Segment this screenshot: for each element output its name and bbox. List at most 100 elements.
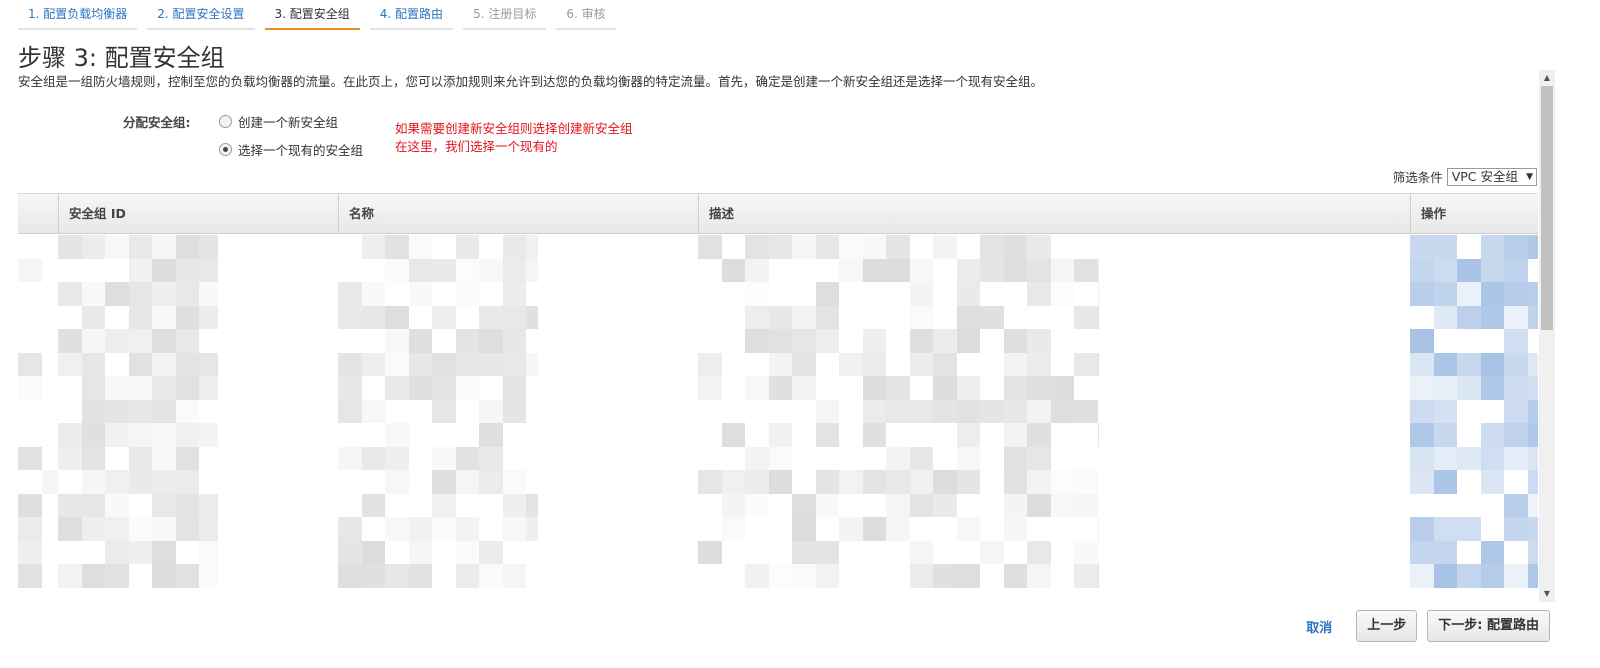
blurred-cell: [199, 258, 218, 282]
table-header: 安全组 ID 名称 描述 操作: [18, 194, 1538, 234]
table-row[interactable]: [18, 446, 1538, 470]
blurred-cell: [479, 423, 503, 447]
cancel-link[interactable]: 取消: [1306, 617, 1332, 636]
blurred-cell: [1027, 376, 1051, 400]
blurred-cell: [862, 376, 886, 400]
step-tab-2[interactable]: 2. 配置安全设置: [147, 0, 255, 30]
table-row[interactable]: [18, 399, 1538, 423]
filter-label: 筛选条件: [1392, 170, 1443, 185]
blurred-cell: [768, 446, 792, 470]
next-button[interactable]: 下一步: 配置路由: [1427, 610, 1550, 642]
table-row[interactable]: [18, 282, 1538, 306]
blurred-cell: [1097, 352, 1098, 376]
table-row[interactable]: [18, 329, 1538, 353]
blurred-cell: [886, 376, 910, 400]
blurred-cell: [385, 423, 409, 447]
previous-button[interactable]: 上一步: [1356, 610, 1418, 642]
blurred-cell: [886, 517, 910, 541]
blurred-cell: [1003, 470, 1027, 494]
scroll-down-icon[interactable]: ▼: [1539, 586, 1555, 602]
blurred-cell: [105, 423, 129, 447]
table-row[interactable]: [18, 423, 1538, 447]
blurred-cell: [886, 235, 910, 259]
blurred-cell: [1457, 517, 1481, 541]
table-row[interactable]: [18, 305, 1538, 329]
blurred-cell: [698, 376, 722, 400]
blurred-cell: [58, 329, 82, 353]
blurred-cell: [862, 258, 886, 282]
blurred-cell: [792, 517, 816, 541]
table-row[interactable]: [18, 564, 1538, 588]
blurred-cell: [1504, 493, 1528, 517]
blurred-cell: [1504, 399, 1528, 423]
blurred-cell: [18, 352, 42, 376]
radio-create-new-input[interactable]: [219, 115, 232, 128]
blurred-cell: [408, 282, 432, 306]
filter-select[interactable]: VPC 安全组 ▼: [1446, 167, 1537, 186]
blurred-cell: [1480, 564, 1504, 588]
blurred-cell: [1027, 470, 1051, 494]
scrollbar-thumb[interactable]: [1541, 86, 1553, 330]
radio-select-existing-input[interactable]: [219, 143, 232, 156]
blurred-cell: [58, 352, 82, 376]
blurred-cell: [432, 352, 456, 376]
blurred-cell: [1074, 493, 1098, 517]
blurred-cell: [502, 305, 526, 329]
column-header-description[interactable]: 描述: [698, 194, 1410, 234]
blurred-cell: [58, 564, 82, 588]
blurred-cell: [128, 540, 152, 564]
vertical-scrollbar[interactable]: ▲ ▼: [1539, 70, 1555, 602]
blurred-cell: [338, 540, 362, 564]
radio-select-existing[interactable]: 选择一个现有的安全组: [219, 140, 363, 159]
table-row[interactable]: [18, 470, 1538, 494]
column-header-name[interactable]: 名称: [338, 194, 698, 234]
table-row[interactable]: [18, 493, 1538, 517]
blurred-cell: [361, 540, 385, 564]
blurred-cell: [199, 564, 218, 588]
blurred-cell: [1480, 540, 1504, 564]
blurred-cell: [721, 493, 745, 517]
security-group-table: 安全组 ID 名称 描述 操作: [18, 193, 1538, 601]
step-tab-3[interactable]: 3. 配置安全组: [264, 0, 360, 30]
table-row[interactable]: [18, 235, 1538, 259]
table-row[interactable]: [18, 517, 1538, 541]
column-header-group-id[interactable]: 安全组 ID: [58, 194, 338, 234]
blurred-cell: [1433, 258, 1457, 282]
blurred-cell: [1097, 305, 1098, 329]
table-row[interactable]: [18, 376, 1538, 400]
blurred-cell: [1504, 282, 1528, 306]
scroll-up-icon[interactable]: ▲: [1539, 70, 1555, 86]
blurred-cell: [1433, 376, 1457, 400]
blurred-cell: [175, 352, 199, 376]
table-row[interactable]: [18, 540, 1538, 564]
step-tab-5: 5. 注册目标: [463, 0, 547, 30]
blurred-cell: [175, 329, 199, 353]
blurred-cell: [792, 564, 816, 588]
table-row[interactable]: [18, 258, 1538, 282]
blurred-cell: [1074, 305, 1098, 329]
step-tab-1[interactable]: 1. 配置负载均衡器: [18, 0, 138, 30]
blurred-cell: [1003, 329, 1027, 353]
blurred-cell: [815, 540, 839, 564]
blurred-cell: [105, 399, 129, 423]
blurred-cell: [175, 446, 199, 470]
blurred-cell: [1097, 564, 1098, 588]
blurred-cell: [980, 399, 1004, 423]
table-row[interactable]: [18, 352, 1538, 376]
blurred-cell: [1457, 564, 1481, 588]
blurred-cell: [933, 352, 957, 376]
blurred-cell: [81, 329, 105, 353]
blurred-cell: [81, 376, 105, 400]
blurred-cell: [1504, 305, 1528, 329]
radio-create-new[interactable]: 创建一个新安全组: [219, 112, 338, 131]
blurred-cell: [933, 470, 957, 494]
blurred-cell: [745, 376, 769, 400]
assign-security-group-label: 分配安全组:: [123, 115, 191, 130]
blurred-cell: [502, 352, 526, 376]
blurred-cell: [361, 282, 385, 306]
step-tab-4[interactable]: 4. 配置路由: [369, 0, 454, 30]
blurred-cell: [721, 470, 745, 494]
blurred-cell: [1410, 446, 1434, 470]
blurred-cell: [361, 399, 385, 423]
blurred-cell: [909, 470, 933, 494]
